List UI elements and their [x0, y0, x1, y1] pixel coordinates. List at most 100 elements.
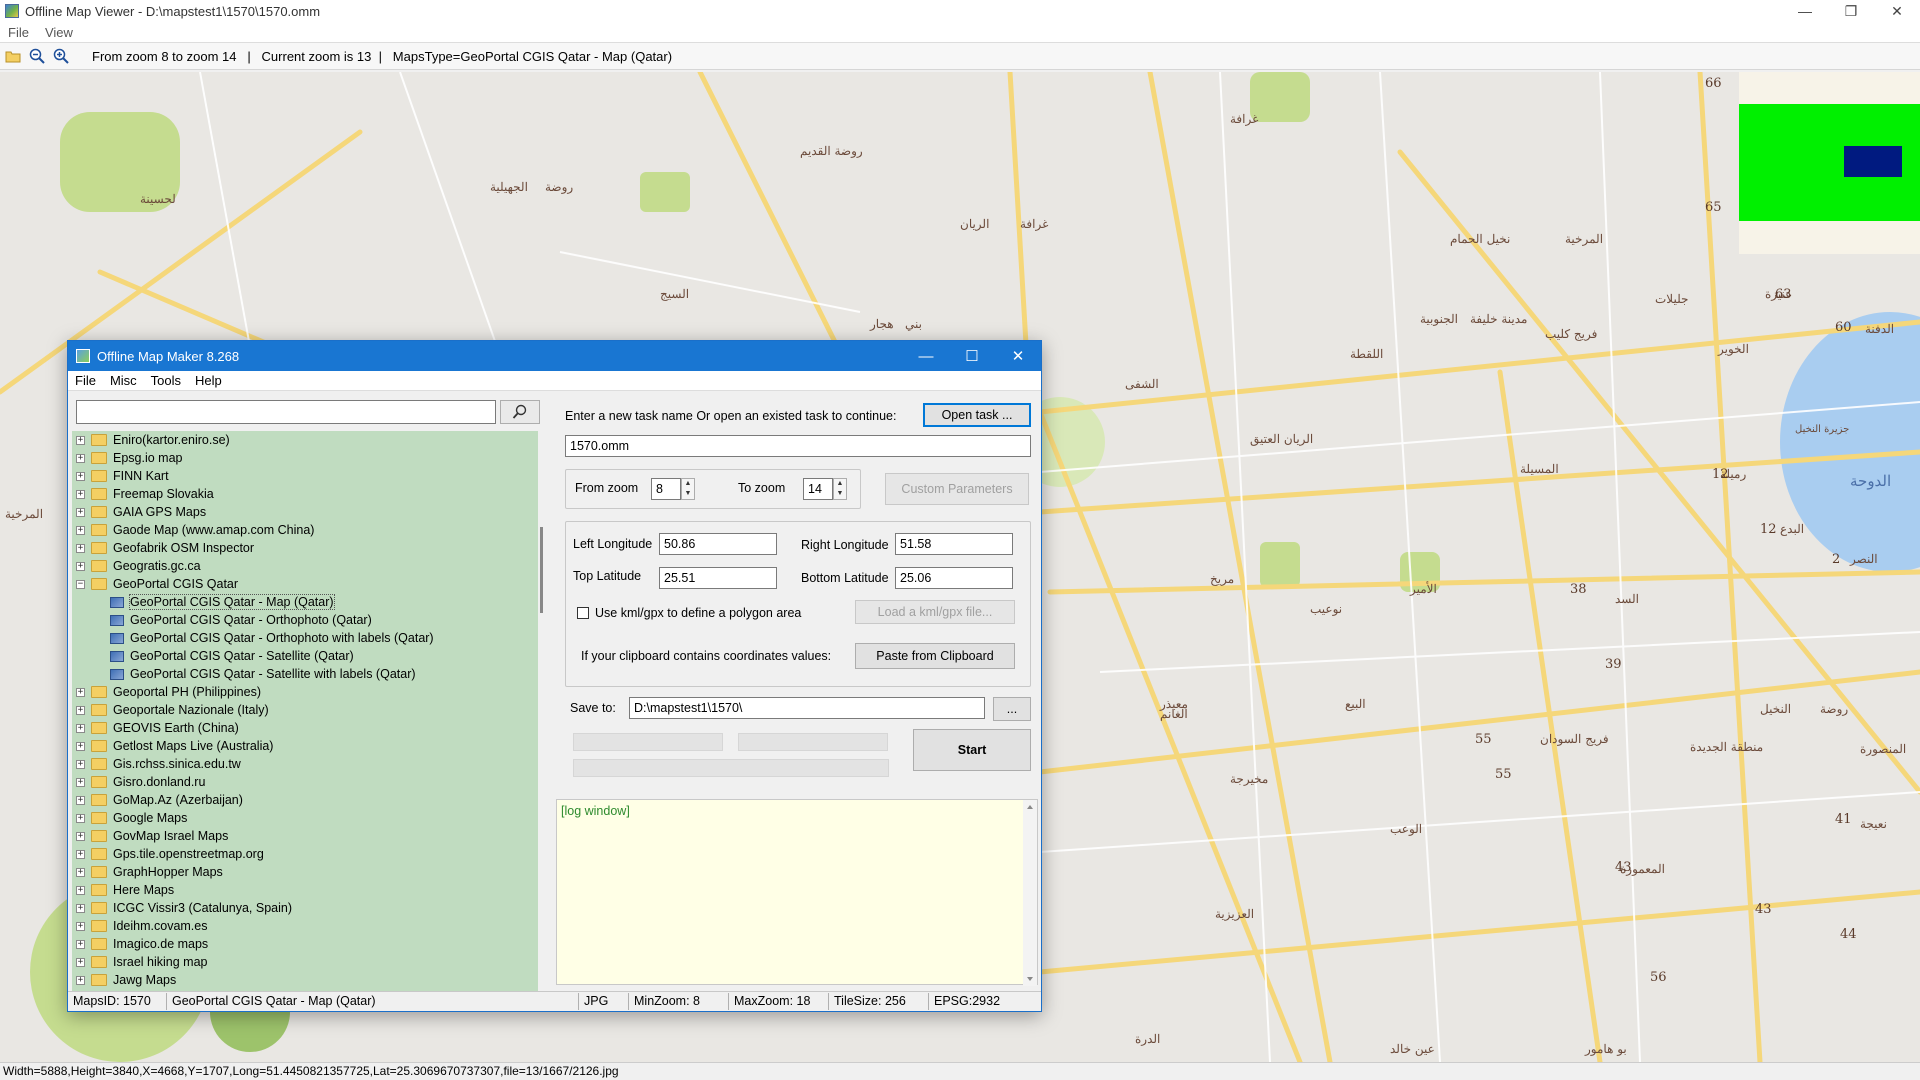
log-window[interactable]: [log window]	[556, 799, 1038, 986]
tree-node[interactable]: + GoMap.Az (Azerbaijan)	[72, 791, 538, 809]
tree-child-node[interactable]: GeoPortal CGIS Qatar - Orthophoto with l…	[72, 629, 538, 647]
expand-icon[interactable]: +	[76, 777, 85, 787]
tree-node[interactable]: + Imagico.de maps	[72, 935, 538, 953]
tree-node[interactable]: + Google Maps	[72, 809, 538, 827]
from-zoom-spinner[interactable]: ▲ ▼	[681, 478, 695, 500]
custom-parameters-button[interactable]: Custom Parameters	[885, 473, 1029, 505]
search-button[interactable]	[500, 400, 540, 424]
zoom-in-icon[interactable]	[50, 45, 72, 67]
expand-icon[interactable]: +	[76, 687, 85, 697]
tree-node[interactable]: − GeoPortal CGIS Qatar	[72, 575, 538, 593]
expand-icon[interactable]: +	[76, 957, 85, 967]
tree-node[interactable]: + Geoportale Nazionale (Italy)	[72, 701, 538, 719]
tree-child-node[interactable]: GeoPortal CGIS Qatar - Satellite (Qatar)	[72, 647, 538, 665]
minimize-icon[interactable]: —	[1782, 0, 1828, 22]
restore-icon[interactable]: ❐	[1828, 0, 1874, 22]
to-zoom-spinner[interactable]: ▲ ▼	[833, 478, 847, 500]
menu-misc[interactable]: Misc	[103, 373, 144, 388]
menu-file[interactable]: File	[68, 373, 103, 388]
tree-node[interactable]: + Here Maps	[72, 881, 538, 899]
expand-icon[interactable]: +	[76, 885, 85, 895]
tree-node[interactable]: + Eniro(kartor.eniro.se)	[72, 431, 538, 449]
load-kml-button[interactable]: Load a kml/gpx file...	[855, 600, 1015, 624]
maximize-icon[interactable]: ☐	[949, 341, 995, 371]
tree-node[interactable]: + Geogratis.gc.ca	[72, 557, 538, 575]
tree-child-node[interactable]: GeoPortal CGIS Qatar - Satellite with la…	[72, 665, 538, 683]
overview-viewport-marker[interactable]	[1844, 146, 1902, 177]
kml-checkbox[interactable]	[577, 607, 589, 619]
tree-child-node[interactable]: GeoPortal CGIS Qatar - Map (Qatar)	[72, 593, 538, 611]
expand-icon[interactable]: +	[76, 435, 85, 445]
open-task-button[interactable]: Open task ...	[923, 403, 1031, 427]
search-input[interactable]	[76, 400, 496, 424]
expand-icon[interactable]: +	[76, 795, 85, 805]
expand-icon[interactable]: +	[76, 921, 85, 931]
tree-node[interactable]: + Getlost Maps Live (Australia)	[72, 737, 538, 755]
tree-node[interactable]: + ICGC Vissir3 (Catalunya, Spain)	[72, 899, 538, 917]
map-number: 55	[1475, 732, 1492, 747]
expand-icon[interactable]: +	[76, 741, 85, 751]
start-button[interactable]: Start	[913, 729, 1031, 771]
task-name-field[interactable]: 1570.omm	[565, 435, 1031, 457]
tree-node[interactable]: + GraphHopper Maps	[72, 863, 538, 881]
expand-icon[interactable]: +	[76, 831, 85, 841]
tree-node[interactable]: + Israel hiking map	[72, 953, 538, 971]
log-scrollbar[interactable]	[1023, 800, 1037, 986]
map-source-tree[interactable]: + Eniro(kartor.eniro.se) + Epsg.io map + FINN…	[72, 431, 538, 991]
tree-node[interactable]: + Freemap Slovakia	[72, 485, 538, 503]
paste-from-clipboard-button[interactable]: Paste from Clipboard	[855, 643, 1015, 669]
expand-icon[interactable]: +	[76, 453, 85, 463]
scrollbar-thumb[interactable]	[540, 527, 543, 613]
tree-node[interactable]: + GAIA GPS Maps	[72, 503, 538, 521]
open-folder-icon[interactable]	[2, 45, 24, 67]
overview-minimap[interactable]	[1739, 72, 1920, 254]
expand-icon[interactable]: +	[76, 813, 85, 823]
expand-icon[interactable]: +	[76, 561, 85, 571]
tree-node[interactable]: + Epsg.io map	[72, 449, 538, 467]
tree-child-node[interactable]: GeoPortal CGIS Qatar - Orthophoto (Qatar…	[72, 611, 538, 629]
tree-node[interactable]: + GovMap Israel Maps	[72, 827, 538, 845]
tree-node[interactable]: + Gps.tile.openstreetmap.org	[72, 845, 538, 863]
collapse-icon[interactable]: −	[76, 579, 85, 589]
tree-node[interactable]: + Gisro.donland.ru	[72, 773, 538, 791]
expand-icon[interactable]: +	[76, 849, 85, 859]
expand-icon[interactable]: +	[76, 489, 85, 499]
expand-icon[interactable]: +	[76, 471, 85, 481]
tree-node[interactable]: + GEOVIS Earth (China)	[72, 719, 538, 737]
expand-icon[interactable]: +	[76, 939, 85, 949]
left-longitude-field[interactable]: 50.86	[659, 533, 777, 555]
tree-node[interactable]: + FINN Kart	[72, 467, 538, 485]
expand-icon[interactable]: +	[76, 723, 85, 733]
right-longitude-field[interactable]: 51.58	[895, 533, 1013, 555]
top-latitude-field[interactable]: 25.51	[659, 567, 777, 589]
expand-icon[interactable]: +	[76, 903, 85, 913]
tree-node[interactable]: + Jawg Maps	[72, 971, 538, 989]
expand-icon[interactable]: +	[76, 867, 85, 877]
tree-node[interactable]: + Gis.rchss.sinica.edu.tw	[72, 755, 538, 773]
expand-icon[interactable]: +	[76, 543, 85, 553]
tree-node[interactable]: + Geoportal PH (Philippines)	[72, 683, 538, 701]
from-zoom-field[interactable]: 8	[651, 478, 681, 500]
expand-icon[interactable]: +	[76, 975, 85, 985]
menu-tools[interactable]: Tools	[144, 373, 188, 388]
expand-icon[interactable]: +	[76, 507, 85, 517]
tree-scrollbar[interactable]	[538, 431, 548, 991]
menu-file[interactable]: File	[0, 25, 37, 40]
expand-icon[interactable]: +	[76, 705, 85, 715]
menu-help[interactable]: Help	[188, 373, 229, 388]
zoom-out-icon[interactable]	[26, 45, 48, 67]
save-path-field[interactable]: D:\mapstest1\1570\	[629, 697, 985, 719]
dialog-titlebar[interactable]: Offline Map Maker 8.268 — ☐ ✕	[68, 341, 1041, 371]
menu-view[interactable]: View	[37, 25, 81, 40]
bottom-latitude-field[interactable]: 25.06	[895, 567, 1013, 589]
close-icon[interactable]: ✕	[1874, 0, 1920, 22]
tree-node[interactable]: + Ideihm.covam.es	[72, 917, 538, 935]
expand-icon[interactable]: +	[76, 759, 85, 769]
minimize-icon[interactable]: —	[903, 341, 949, 371]
tree-node[interactable]: + Geofabrik OSM Inspector	[72, 539, 538, 557]
to-zoom-field[interactable]: 14	[803, 478, 833, 500]
expand-icon[interactable]: +	[76, 525, 85, 535]
browse-button[interactable]: ...	[993, 697, 1031, 721]
close-icon[interactable]: ✕	[995, 341, 1041, 371]
tree-node[interactable]: + Gaode Map (www.amap.com China)	[72, 521, 538, 539]
